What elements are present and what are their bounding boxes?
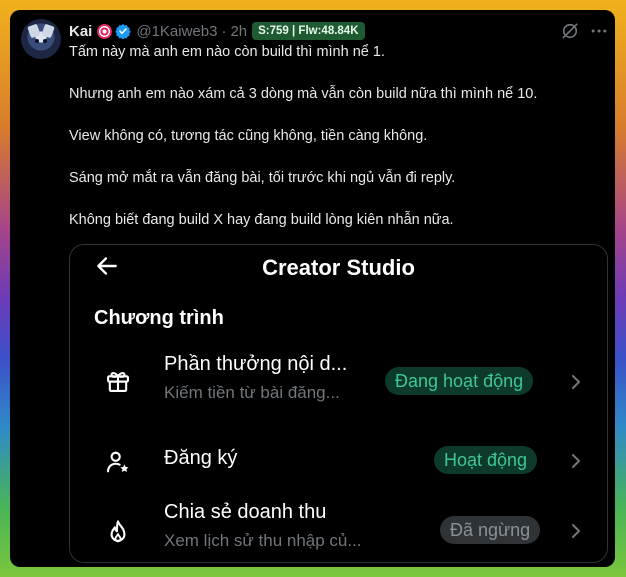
row-title: Phần thưởng nội d... bbox=[164, 353, 348, 375]
row-title: Chia sẻ doanh thu bbox=[164, 501, 327, 523]
target-icon bbox=[97, 23, 113, 39]
section-title: Chương trình bbox=[94, 307, 224, 329]
tweet-header: Kai @1Kaiweb3 · 2h S:759 | Flw:48.84K bbox=[69, 21, 365, 41]
gift-icon bbox=[107, 372, 129, 392]
avatar-ear-left bbox=[27, 23, 41, 39]
author-handle[interactable]: @1Kaiweb3 bbox=[136, 23, 217, 40]
status-badge: Hoạt động bbox=[434, 446, 538, 474]
program-row-subscriptions: Đăng ký Hoạt động bbox=[70, 431, 607, 491]
creator-studio-title: Creator Studio bbox=[262, 255, 415, 280]
tweet-text-line-1: Tấm này mà anh em nào còn build thì mình… bbox=[69, 44, 385, 60]
avatar-eye-right bbox=[43, 39, 47, 43]
timestamp[interactable]: 2h bbox=[230, 23, 247, 40]
attached-screenshot[interactable]: Creator Studio Chương trình Phần thưởng … bbox=[69, 244, 608, 563]
status-badge: Đang hoạt động bbox=[385, 367, 534, 395]
verified-icon bbox=[115, 24, 132, 39]
avatar-ear-right bbox=[41, 23, 55, 39]
chevron-right-icon bbox=[572, 454, 580, 468]
row-title: Đăng ký bbox=[164, 447, 238, 469]
separator-dot: · bbox=[221, 22, 227, 40]
chevron-right-icon bbox=[572, 524, 580, 538]
tweet-text-line-4: Sáng mở mắt ra vẫn đăng bài, tối trước k… bbox=[69, 170, 456, 186]
author-name[interactable]: Kai bbox=[69, 23, 92, 40]
tweet-text-line-3: View không có, tương tác cũng không, tiề… bbox=[69, 128, 428, 144]
program-row-revenue-sharing: Chia sẻ doanh thu Xem lịch sử thu nhập c… bbox=[70, 501, 607, 562]
row-subtitle: Kiếm tiền từ bài đăng... bbox=[164, 383, 340, 402]
tweet-card[interactable]: Kai @1Kaiweb3 · 2h S:759 | Flw:48.84K Tấ… bbox=[10, 10, 615, 567]
stats-badge: S:759 | Flw:48.84K bbox=[252, 22, 365, 40]
avatar[interactable] bbox=[21, 19, 61, 59]
program-row-content-rewards: Phần thưởng nội d... Kiếm tiền từ bài đă… bbox=[70, 351, 607, 413]
user-star-icon bbox=[107, 451, 129, 473]
avatar-eye-left bbox=[35, 39, 39, 43]
chevron-right-icon bbox=[572, 375, 580, 389]
tweet-text-line-5: Không biết đang build X hay đang build l… bbox=[69, 212, 454, 228]
status-badge: Đã ngừng bbox=[440, 516, 541, 544]
row-subtitle: Xem lịch sử thu nhập củ... bbox=[164, 531, 362, 550]
flame-icon bbox=[110, 520, 126, 543]
grok-icon[interactable] bbox=[560, 21, 580, 41]
tweet-text-line-2: Nhưng anh em nào xám cả 3 dòng mà vẫn cò… bbox=[69, 86, 538, 102]
more-icon[interactable] bbox=[589, 21, 609, 41]
